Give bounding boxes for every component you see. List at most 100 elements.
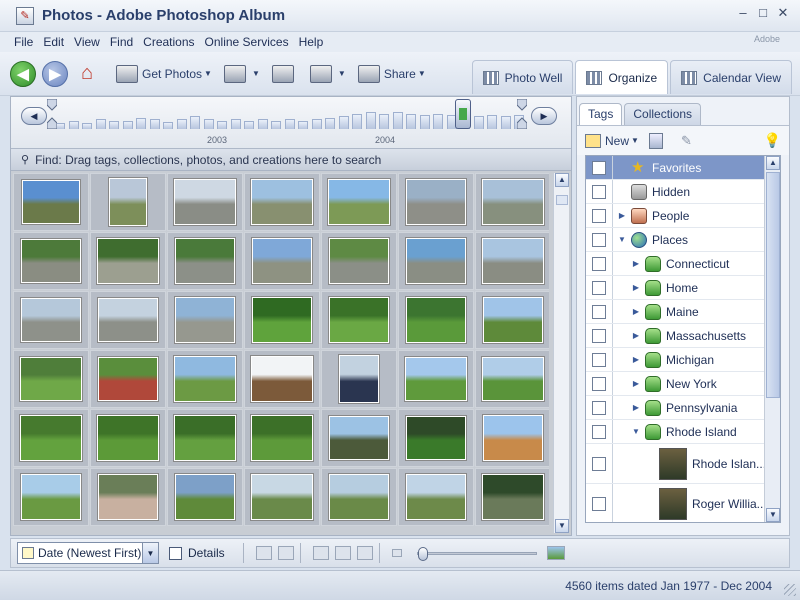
scroll-thumb[interactable] (556, 195, 568, 205)
photo-thumbnail[interactable] (174, 415, 236, 461)
timeline-bar[interactable] (406, 114, 416, 129)
creations-button[interactable] (271, 64, 298, 83)
back-button[interactable]: ◀ (10, 60, 36, 87)
tag-row[interactable]: ▶ People (586, 204, 780, 228)
timeline-right-button[interactable]: ▶ (531, 107, 557, 125)
forward-button[interactable]: ▶ (42, 60, 68, 87)
photo-thumbnail[interactable] (98, 298, 158, 342)
tag-row[interactable]: Rhode Islan... (586, 444, 780, 484)
share-button[interactable]: Share ▼ (357, 64, 426, 83)
tag-checkbox[interactable] (592, 328, 606, 343)
tag-checkbox[interactable] (592, 304, 606, 319)
photo-grid-scrollbar[interactable]: ▲ ▼ (553, 173, 569, 533)
photo-thumbnail[interactable] (329, 474, 389, 520)
photo-thumbnail[interactable] (329, 238, 389, 284)
menu-edit[interactable]: Edit (43, 35, 64, 49)
fix-photo-button[interactable]: ▼ (223, 64, 260, 83)
photo-cell[interactable] (244, 350, 320, 408)
photo-cell[interactable] (321, 173, 397, 231)
menu-creations[interactable]: Creations (143, 35, 194, 49)
scroll-up-button[interactable]: ▲ (555, 173, 569, 187)
photo-cell[interactable] (475, 173, 549, 231)
timeline-marker[interactable] (455, 99, 471, 129)
tag-list-scrollbar[interactable]: ▲ ▼ (764, 156, 780, 522)
large-thumbnail-icon[interactable] (547, 546, 565, 560)
photo-cell[interactable] (321, 232, 397, 290)
expand-icon[interactable]: ▶ (616, 211, 628, 220)
new-tag-button[interactable]: New ▼ (585, 133, 639, 148)
tab-tags[interactable]: Tags (579, 103, 623, 125)
photo-cell[interactable] (90, 232, 166, 290)
photo-thumbnail[interactable] (251, 415, 313, 461)
photo-thumbnail[interactable] (175, 297, 235, 343)
photo-thumbnail[interactable] (98, 474, 158, 520)
photo-thumbnail[interactable] (20, 357, 82, 401)
photo-cell[interactable] (321, 409, 397, 467)
photo-cell[interactable] (321, 291, 397, 349)
tag-row[interactable]: ▶ Connecticut (586, 252, 780, 276)
tab-calendar-view[interactable]: Calendar View (670, 60, 792, 94)
photo-thumbnail[interactable] (22, 180, 80, 224)
photo-cell[interactable] (13, 173, 89, 231)
sort-order-select[interactable]: Date (Newest First) ▼ (17, 542, 159, 564)
photo-cell[interactable] (475, 468, 549, 526)
timeline-bar[interactable] (311, 119, 322, 129)
rotate-right-icon[interactable] (277, 546, 294, 560)
photo-cell[interactable] (167, 291, 243, 349)
trash-icon[interactable] (648, 132, 663, 149)
timeline-bar[interactable] (122, 121, 133, 129)
menu-file[interactable]: File (14, 35, 33, 49)
expand-icon[interactable]: ▶ (630, 259, 642, 268)
photo-cell[interactable] (167, 350, 243, 408)
thumbnail-size-slider[interactable] (417, 547, 537, 561)
photo-cell[interactable] (244, 291, 320, 349)
photo-cell[interactable] (90, 409, 166, 467)
photo-cell[interactable] (167, 173, 243, 231)
photo-cell[interactable] (13, 350, 89, 408)
timeline-bar[interactable] (82, 123, 92, 129)
photo-cell[interactable] (90, 350, 166, 408)
timeline-bar[interactable] (487, 115, 497, 129)
expand-icon[interactable]: ▶ (630, 403, 642, 412)
timeline-bar[interactable] (298, 121, 308, 129)
photo-thumbnail[interactable] (406, 297, 466, 343)
photo-cell[interactable] (244, 232, 320, 290)
timeline-bar[interactable] (68, 121, 79, 129)
slideshow-icon[interactable] (334, 546, 351, 560)
photo-cell[interactable] (90, 173, 166, 231)
photo-thumbnail[interactable] (174, 356, 236, 402)
photo-thumbnail[interactable] (251, 179, 313, 225)
photo-thumbnail[interactable] (21, 298, 81, 342)
expand-icon[interactable]: ▶ (630, 355, 642, 364)
tag-photo-icon[interactable] (312, 546, 329, 560)
menu-help[interactable]: Help (299, 35, 324, 49)
timeline-bar[interactable] (338, 116, 349, 129)
tag-row[interactable]: ▶ Home (586, 276, 780, 300)
timeline-bar[interactable] (392, 112, 403, 129)
get-photos-button[interactable]: Get Photos ▼ (116, 64, 212, 83)
photo-thumbnail[interactable] (251, 356, 313, 402)
photo-cell[interactable] (475, 350, 549, 408)
expand-icon[interactable]: ▶ (630, 307, 642, 316)
photo-thumbnail[interactable] (405, 357, 467, 401)
timeline-bar[interactable] (190, 116, 200, 129)
timeline-bar[interactable] (500, 116, 511, 129)
tag-row[interactable]: ★ Favorites (586, 156, 780, 180)
photo-cell[interactable] (244, 409, 320, 467)
resize-grip-icon[interactable] (784, 584, 796, 596)
scroll-up-button[interactable]: ▲ (766, 156, 780, 170)
tag-row[interactable]: ▶ Michigan (586, 348, 780, 372)
tag-checkbox[interactable] (592, 256, 606, 271)
photo-thumbnail[interactable] (329, 297, 389, 343)
photo-cell[interactable] (398, 173, 474, 231)
photo-thumbnail[interactable] (20, 415, 82, 461)
tag-checkbox[interactable] (592, 280, 606, 295)
photo-thumbnail[interactable] (483, 415, 543, 461)
expand-icon[interactable]: ▶ (630, 331, 642, 340)
photo-cell[interactable] (13, 468, 89, 526)
slider-knob[interactable] (418, 547, 428, 561)
photo-cell[interactable] (90, 468, 166, 526)
photo-thumbnail[interactable] (252, 238, 312, 284)
photo-thumbnail[interactable] (483, 297, 543, 343)
timeline-bar[interactable] (379, 114, 389, 129)
